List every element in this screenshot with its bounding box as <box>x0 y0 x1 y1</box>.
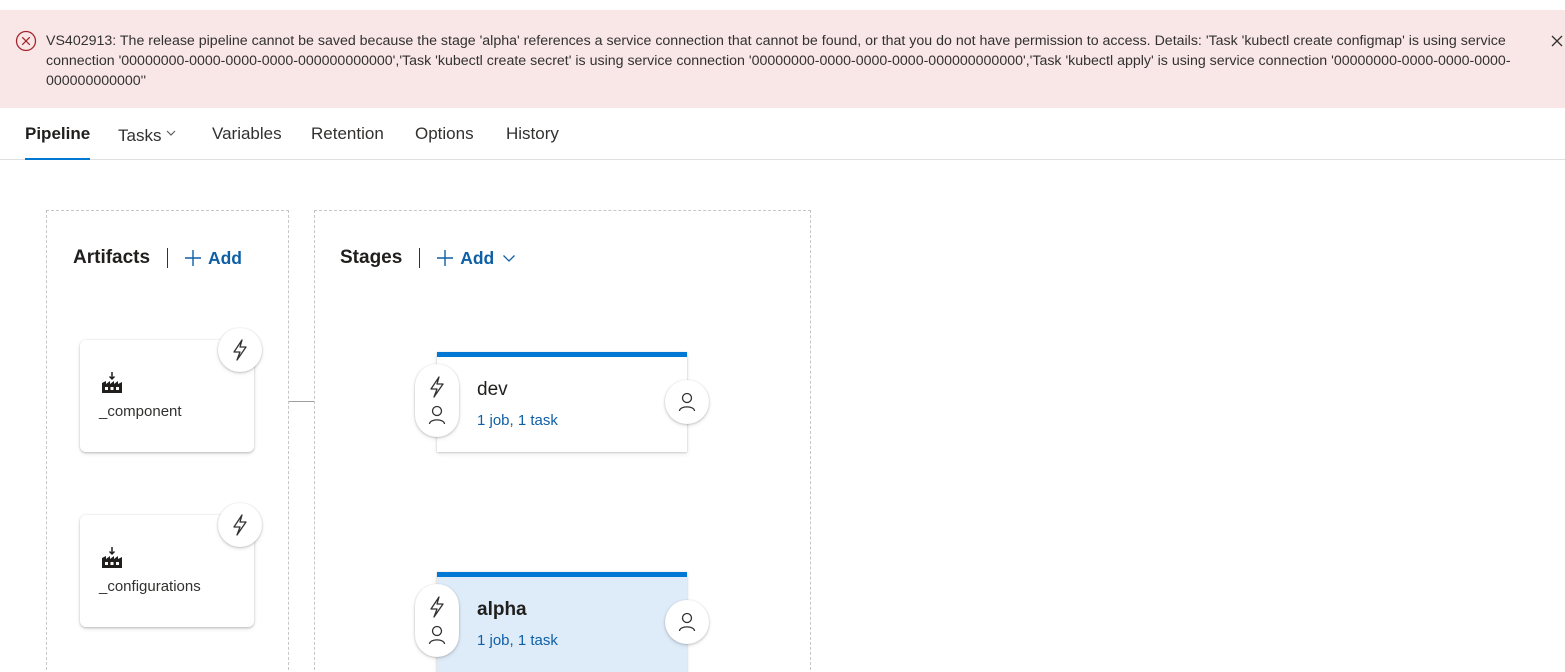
tab-label: Retention <box>311 124 384 143</box>
stage-name: alpha <box>477 599 527 620</box>
lightning-icon <box>430 376 444 398</box>
pre-deployment-conditions-button[interactable] <box>415 364 459 437</box>
add-label: Add <box>207 247 243 268</box>
artifact-stage-connector <box>289 401 314 402</box>
tab-label: Tasks <box>118 126 162 145</box>
stage-tasks-link[interactable]: 1 job, 1 task <box>477 412 558 429</box>
error-message: VS402913: The release pipeline cannot be… <box>46 33 1511 89</box>
stage-name: dev <box>477 379 508 400</box>
add-label: Add <box>460 247 495 268</box>
tab-tasks[interactable]: Tasks <box>118 124 177 160</box>
error-banner: VS402913: The release pipeline cannot be… <box>0 10 1565 108</box>
post-deployment-conditions-button[interactable] <box>665 380 709 424</box>
stage-card-dev[interactable]: dev 1 job, 1 task <box>437 352 687 452</box>
add-stage-button[interactable]: Add <box>436 248 522 269</box>
person-icon <box>678 392 696 412</box>
pipeline-tabs: Pipeline Tasks Variables Retention Optio… <box>0 108 1565 160</box>
post-deployment-conditions-button[interactable] <box>665 600 709 644</box>
error-circle-icon <box>15 30 37 52</box>
stage-tasks-link[interactable]: 1 job, 1 task <box>477 632 558 649</box>
add-artifact-button[interactable]: Add <box>184 248 242 269</box>
build-artifact-icon <box>100 371 124 395</box>
build-artifact-icon <box>100 546 124 570</box>
lightning-icon <box>233 514 247 536</box>
person-icon <box>428 405 446 425</box>
chevron-down-icon <box>165 124 177 136</box>
stage-card-alpha[interactable]: alpha 1 job, 1 task <box>437 572 687 672</box>
person-icon <box>678 612 696 632</box>
close-icon[interactable] <box>1548 31 1565 51</box>
header-divider <box>166 248 168 268</box>
stages-header: Stages Add <box>340 247 522 273</box>
header-divider <box>418 248 420 268</box>
tab-label: Options <box>415 124 474 143</box>
artifact-name: _configurations <box>99 578 201 595</box>
lightning-icon <box>233 339 247 361</box>
person-icon <box>428 625 446 645</box>
tab-history[interactable]: History <box>506 124 559 160</box>
continuous-deployment-trigger-button[interactable] <box>218 503 262 547</box>
tab-label: History <box>506 124 559 143</box>
tab-label: Variables <box>212 124 282 143</box>
stages-title: Stages <box>340 247 403 268</box>
artifact-name: _component <box>99 403 182 420</box>
pre-deployment-conditions-button[interactable] <box>415 584 459 657</box>
tab-label: Pipeline <box>25 124 91 143</box>
lightning-icon <box>430 596 444 618</box>
chevron-down-icon <box>503 254 516 262</box>
tab-pipeline[interactable]: Pipeline <box>25 124 91 160</box>
artifacts-header: Artifacts Add <box>73 247 242 273</box>
tab-variables[interactable]: Variables <box>212 124 282 160</box>
plus-icon <box>437 249 454 266</box>
continuous-deployment-trigger-button[interactable] <box>218 328 262 372</box>
plus-icon <box>184 249 201 266</box>
tab-retention[interactable]: Retention <box>311 124 384 160</box>
artifacts-title: Artifacts <box>73 247 151 268</box>
tab-options[interactable]: Options <box>415 124 474 160</box>
